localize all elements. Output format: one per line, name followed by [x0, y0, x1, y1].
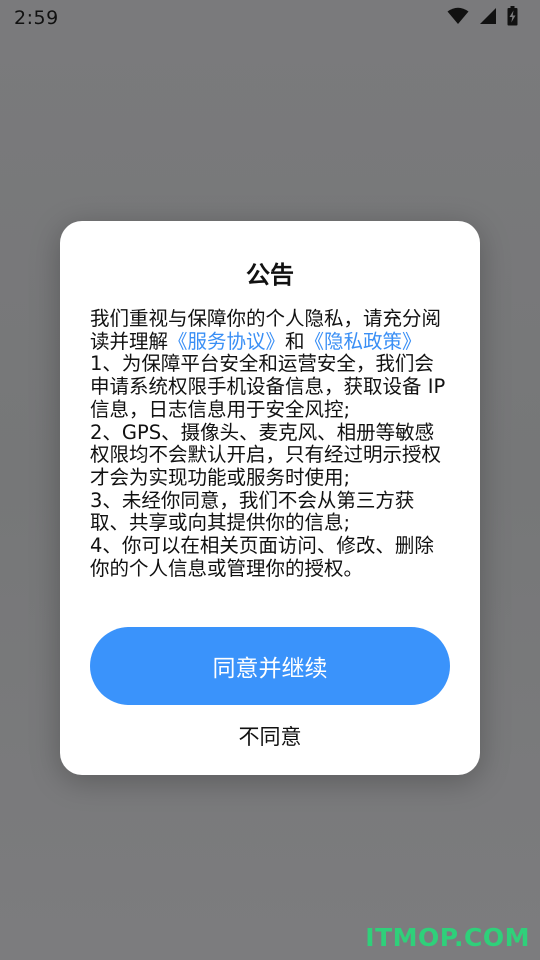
wifi-icon: [447, 7, 469, 29]
list-item: 1、为保障平台安全和运营安全，我们会申请系统权限手机设备信息，获取设备 IP 信…: [90, 352, 446, 421]
cellular-signal-icon: [479, 7, 497, 29]
battery-charging-icon: [507, 6, 518, 30]
list-item: 2、GPS、摄像头、麦克风、相册等敏感权限均不会默认开启，只有经过明示授权才会为…: [90, 420, 442, 489]
privacy-policy-link[interactable]: 《隐私政策》: [305, 330, 422, 353]
status-bar: 2:59: [0, 0, 540, 36]
dialog-title: 公告: [246, 261, 294, 289]
intro-and-text: 和: [285, 329, 305, 353]
list-item: 3、未经你同意，我们不会从第三方获取、共享或向其提供你的信息;: [90, 488, 415, 535]
status-icons: [447, 6, 518, 30]
list-item: 4、你可以在相关页面访问、修改、删除你的个人信息或管理你的授权。: [90, 534, 434, 580]
announcement-dialog: 公告 我们重视与保障你的个人隐私，请充分阅读并理解《服务协议》和《隐私政策》 1…: [60, 221, 480, 775]
service-agreement-link[interactable]: 《服务协议》: [168, 330, 285, 353]
agree-and-continue-button[interactable]: 同意并继续: [90, 627, 450, 705]
watermark: ITMOP.COM: [365, 923, 530, 952]
dialog-body: 我们重视与保障你的个人隐私，请充分阅读并理解《服务协议》和《隐私政策》 1、为保…: [90, 307, 450, 580]
disagree-button[interactable]: 不同意: [60, 721, 480, 751]
intro-paragraph: 我们重视与保障你的个人隐私，请充分阅读并理解《服务协议》和《隐私政策》: [90, 307, 450, 353]
status-time: 2:59: [14, 7, 59, 29]
screen: 2:59 公告 我们重视与保障你的个人隐私，请充分阅读并理解《服务协议》和《隐私…: [0, 0, 540, 960]
